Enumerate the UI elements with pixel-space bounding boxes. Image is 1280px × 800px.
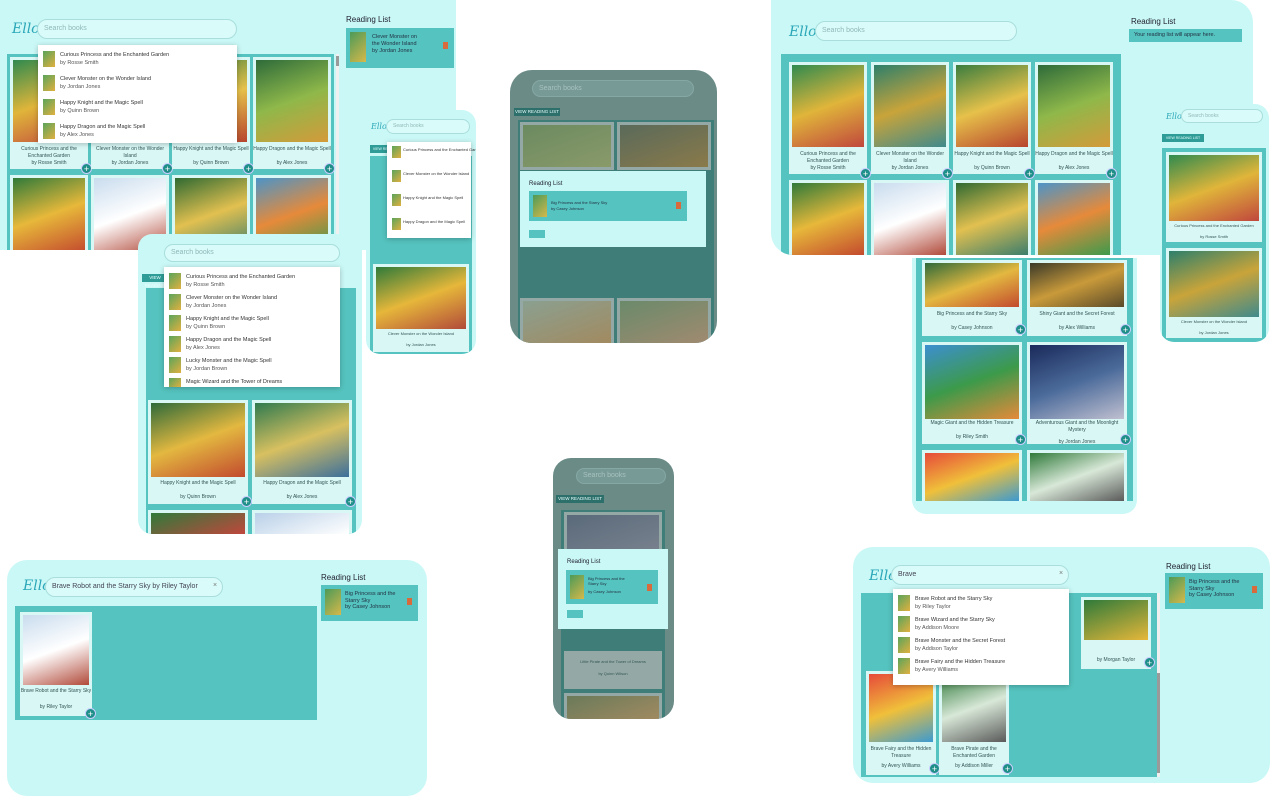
reading-list-item[interactable]: Big Princess and the Starry Sky by Casey… [321, 585, 418, 621]
close-button[interactable] [567, 610, 583, 618]
search-input[interactable]: Search books [386, 119, 470, 134]
book-cover [256, 60, 328, 142]
book-cover [23, 615, 89, 685]
search-dropdown: Curious Princess and the Enchanted Garde… [164, 267, 340, 387]
add-to-list-button[interactable]: + [85, 708, 96, 719]
reading-list-title: Reading List [1131, 17, 1176, 26]
book-cover [255, 403, 349, 477]
logo[interactable]: Ello [1166, 112, 1182, 121]
book-title: Curious Princess and the Enchanted Garde… [21, 146, 77, 159]
logo[interactable]: Ello [12, 21, 40, 37]
screen-grid-scroll: Big Princess and the Starry Sky by Casey … [912, 258, 1137, 514]
book-grid: Big Princess and the Starry Sky by Casey … [916, 258, 1133, 501]
clear-icon[interactable]: × [213, 582, 217, 589]
reading-list-modal: Reading List Big Princess and the Starry… [520, 171, 706, 247]
book-cover [376, 267, 466, 329]
search-input[interactable]: Search books [164, 244, 340, 262]
dropdown-item[interactable]: Happy Dragon and the Magic Spell by Alex … [40, 121, 235, 142]
book-cover [151, 403, 245, 477]
screen-mobile-dropdown: Ello Search books VIEW READING LIST Clev… [366, 110, 476, 354]
trash-icon[interactable] [676, 202, 681, 209]
logo[interactable]: Ello [789, 24, 817, 40]
trash-icon[interactable] [647, 584, 652, 591]
reading-list-item[interactable]: Clever Monster on the Wonder Island by J… [346, 28, 454, 68]
logo[interactable]: Ello [371, 122, 387, 131]
scrollbar[interactable] [336, 54, 339, 250]
screen-reading-list-modal: Search books VIEW READING LIST Reading L… [510, 70, 717, 343]
screen-brave-search: Ello Brave × Reading List Big Princess a… [853, 547, 1270, 783]
reading-list-empty: Your reading list will appear here. [1129, 29, 1242, 42]
search-dropdown: Curious Princess and the Enchanted Garde… [387, 142, 476, 238]
reading-list-title: Reading List [346, 15, 391, 24]
scrollbar[interactable] [1157, 593, 1160, 777]
collage-canvas: Ello Search books Curious Princess and t… [0, 0, 1280, 800]
search-input[interactable]: Search books [37, 19, 237, 39]
book-card[interactable]: Brave Robot and the Starry Sky by Riley … [20, 612, 96, 719]
book-card[interactable]: Clever Monster on the Wonder Island by J… [373, 264, 469, 352]
reading-list-item[interactable]: Big Princess and the Starry Sky by Casey… [529, 191, 687, 221]
book-title: Clever Monster on the Wonder Island [96, 146, 164, 159]
book-author: by Alex Jones [276, 160, 308, 166]
dropdown-item[interactable]: Clever Monster on the Wonder Island by Jo… [40, 73, 235, 94]
search-input[interactable]: Search books [532, 80, 694, 97]
book-author: by Quinn Brown [193, 160, 229, 166]
view-reading-list-button[interactable]: VIEW READING LIST [556, 495, 604, 503]
book-card[interactable] [148, 510, 248, 534]
search-input[interactable]: Brave [891, 565, 1069, 585]
dropdown-item[interactable]: Curious Princess and the Enchanted Garde… [40, 49, 235, 70]
reading-list-item[interactable]: Big Princess and the Starry Sky by Casey… [566, 570, 658, 604]
dropdown-item[interactable]: Happy Knight and the Magic Spell by Quinn… [40, 97, 235, 118]
book-title: Happy Knight and the Magic Spell [173, 146, 249, 152]
close-button[interactable] [529, 230, 545, 238]
add-to-list-button[interactable]: + [345, 496, 356, 507]
screen-tablet-dropdown: Search books VIEW READING LIST Happy Kni… [138, 234, 362, 534]
book-card[interactable]: Happy Dragon and the Magic Spell by Alex… [252, 400, 356, 507]
view-reading-list-button[interactable]: VIEW READING LIST [1162, 134, 1204, 142]
book-grid: Curious Princess and the Enchanted Garde… [1162, 148, 1266, 342]
book-grid: Brave Robot and the Starry Sky by Riley … [15, 606, 317, 720]
trash-icon[interactable] [443, 42, 448, 49]
add-to-list-button[interactable]: + [324, 163, 335, 174]
screen-mobile-right: Ello Search books VIEW READING LIST Curi… [1160, 104, 1269, 342]
search-input[interactable]: Search books [1181, 109, 1263, 123]
search-input[interactable]: Search books [815, 21, 1017, 41]
search-dropdown: Curious Princess and the Enchanted Garde… [38, 45, 237, 143]
book-grid: Curious Princess and the Enchanted Garde… [781, 54, 1121, 255]
screen-search-result: Ello Brave Robot and the Starry Sky by R… [7, 560, 427, 796]
book-title: Happy Dragon and the Magic Spell [253, 146, 331, 152]
book-card[interactable]: Happy Knight and the Magic Spell by Quin… [148, 400, 252, 507]
search-dropdown: Brave Robot and the Starry Sky by Riley T… [893, 589, 1069, 685]
book-author: by Rosse Smith [31, 160, 67, 166]
screen-phone-modal: Search books VIEW READING LIST Little Pi… [553, 458, 674, 719]
book-card[interactable] [10, 175, 88, 250]
book-card[interactable]: Happy Dragon and the Magic Spell by Alex… [253, 57, 335, 174]
view-reading-list-button[interactable]: VIEW READING LIST [514, 108, 560, 116]
reading-list-item[interactable]: Big Princess and the Starry Sky by Casey… [1165, 573, 1263, 609]
clear-icon[interactable]: × [1059, 570, 1063, 577]
reading-list-modal: Reading List Big Princess and the Starry… [558, 549, 668, 629]
add-to-list-button[interactable]: + [241, 496, 252, 507]
reading-list-title: Reading List [1166, 562, 1211, 571]
search-input[interactable]: Search books [576, 468, 666, 484]
trash-icon[interactable] [1252, 586, 1257, 593]
book-author: by Jordan Jones [111, 160, 149, 166]
book-card[interactable] [252, 510, 352, 534]
reading-list-title: Reading List [321, 573, 366, 582]
book-cover [13, 178, 85, 250]
trash-icon[interactable] [407, 598, 412, 605]
search-input[interactable]: Brave Robot and the Starry Sky by Riley … [45, 577, 223, 597]
